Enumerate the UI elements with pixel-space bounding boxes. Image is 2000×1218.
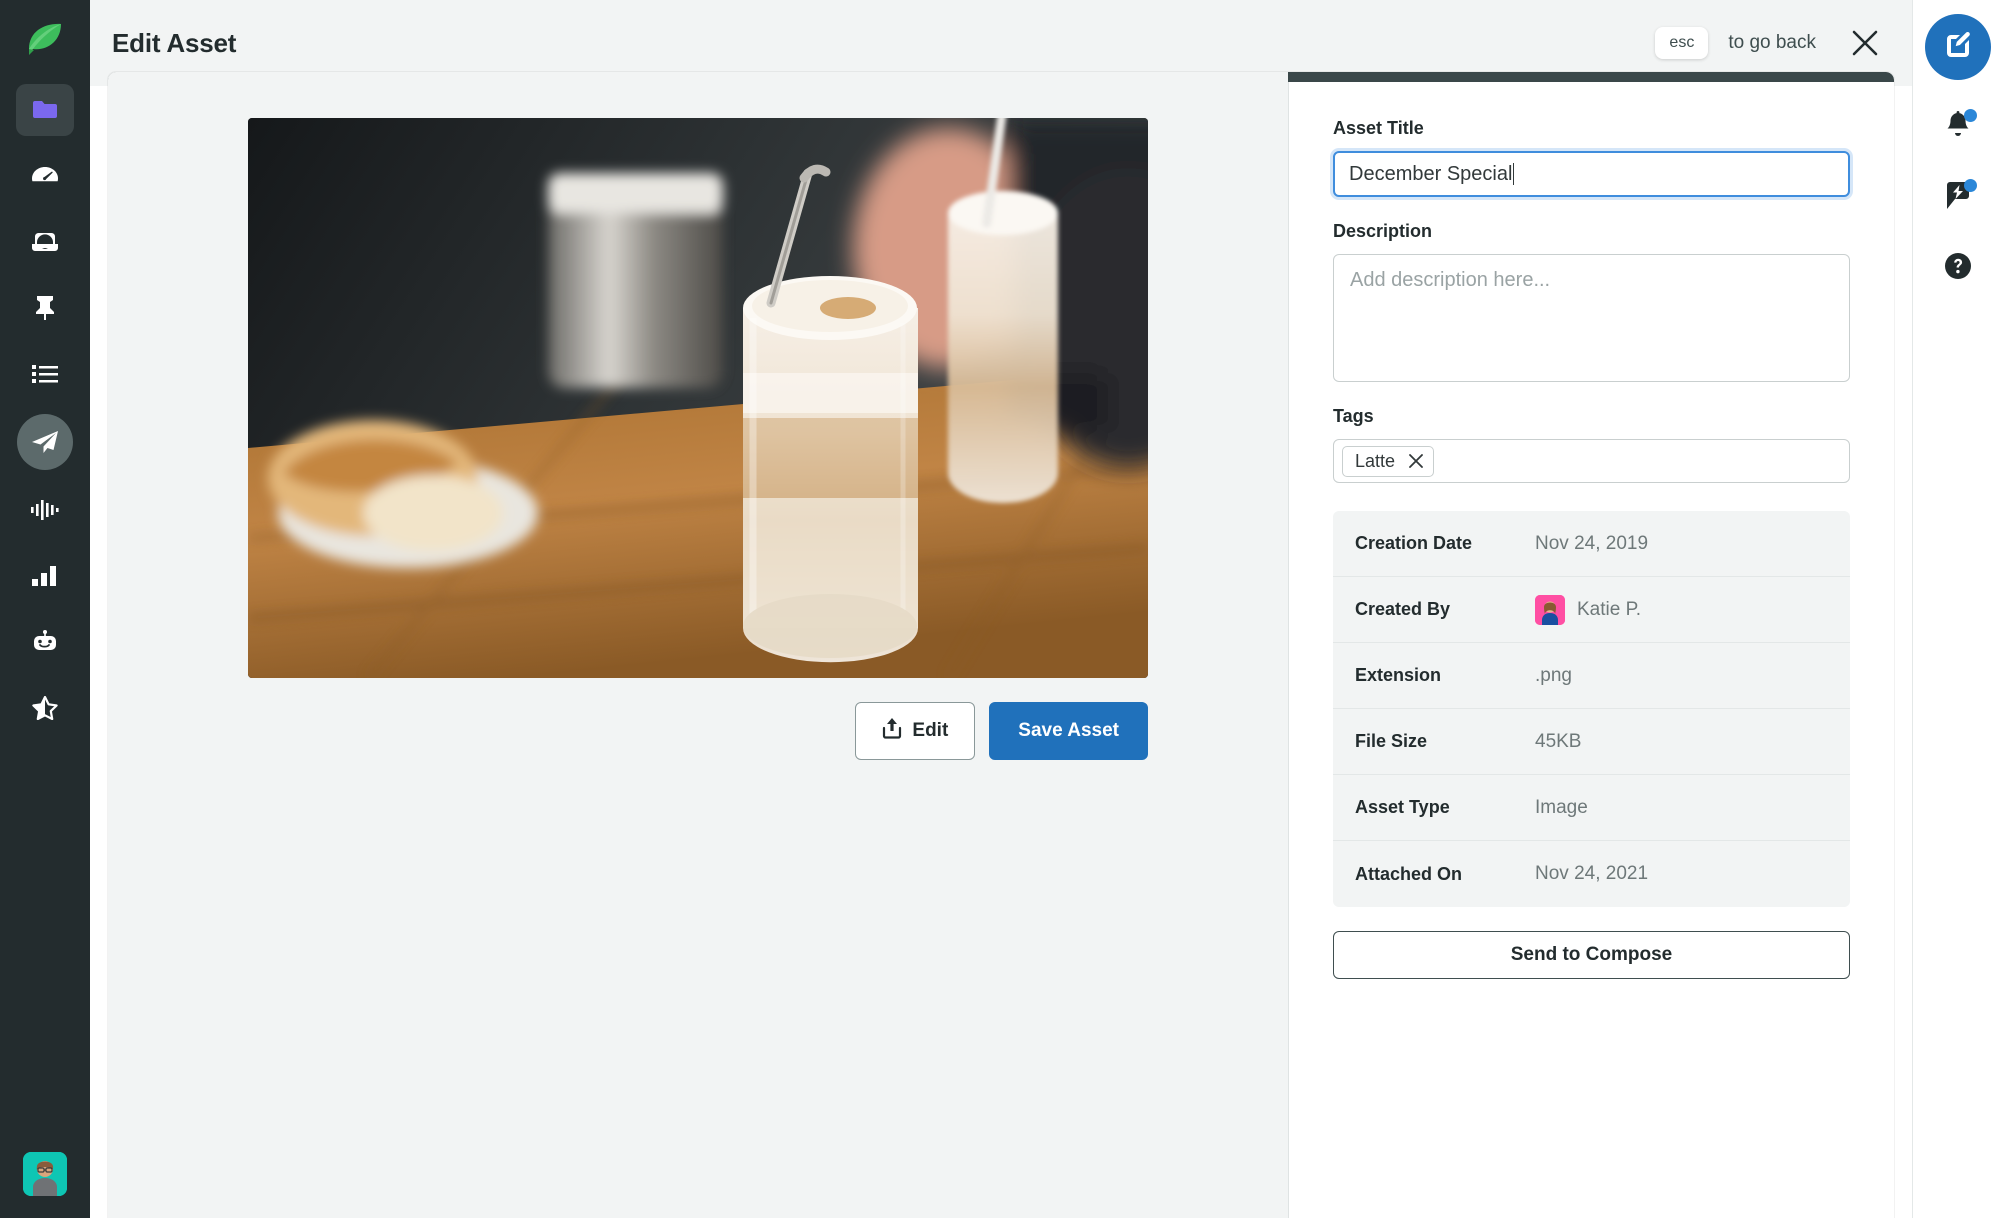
table-row: File Size 45KB: [1333, 709, 1850, 775]
table-row: Asset Type Image: [1333, 775, 1850, 841]
tags-label: Tags: [1333, 406, 1850, 427]
compose-pencil-icon: [1943, 30, 1973, 65]
text-caret: [1513, 163, 1514, 185]
page-title: Edit Asset: [112, 28, 236, 59]
meta-value: Nov 24, 2019: [1535, 533, 1648, 555]
description-placeholder: Add description here...: [1350, 269, 1550, 291]
meta-value: .png: [1535, 665, 1572, 687]
sidebar-item-tasks[interactable]: [16, 348, 74, 400]
table-row: Created By Katie P.: [1333, 577, 1850, 643]
esc-hint-label: to go back: [1728, 32, 1816, 54]
meta-value: Nov 24, 2021: [1535, 863, 1648, 885]
sidebar-item-dashboard[interactable]: [16, 150, 74, 202]
question-circle-icon: [1944, 252, 1972, 285]
meta-value: 45KB: [1535, 731, 1581, 753]
asset-image-preview[interactable]: [248, 118, 1148, 678]
compose-button[interactable]: [1925, 14, 1991, 80]
save-asset-button[interactable]: Save Asset: [989, 702, 1148, 760]
table-row: Creation Date Nov 24, 2019: [1333, 511, 1850, 577]
description-input[interactable]: Add description here...: [1333, 254, 1850, 382]
nav-item-list: [16, 84, 74, 734]
edit-button-label: Edit: [912, 720, 948, 742]
sidebar-item-reports[interactable]: [16, 550, 74, 602]
preview-actions: Edit Save Asset: [248, 702, 1148, 760]
user-avatar[interactable]: [23, 1152, 67, 1196]
whats-new-badge-dot: [1964, 179, 1977, 192]
sidebar-item-smart-inbox[interactable]: [16, 216, 74, 268]
close-icon[interactable]: [1852, 30, 1878, 56]
table-row: Extension .png: [1333, 643, 1850, 709]
asset-title-input[interactable]: December Special: [1333, 151, 1850, 197]
send-to-compose-label: Send to Compose: [1511, 944, 1673, 966]
audio-waveform-icon: [31, 499, 59, 521]
sidebar-item-listening[interactable]: [16, 484, 74, 536]
tag-chip-label: Latte: [1355, 451, 1395, 472]
asset-title-value: December Special: [1349, 163, 1512, 186]
sidebar-item-bots[interactable]: [16, 616, 74, 668]
sidebar-item-asset-library[interactable]: [16, 84, 74, 136]
asset-preview-pane: Edit Save Asset: [108, 72, 1288, 1218]
avatar: [1535, 595, 1565, 625]
meta-key: Creation Date: [1355, 533, 1535, 554]
notification-badge-dot: [1964, 109, 1977, 122]
app-root: Edit Asset esc to go back: [0, 0, 2000, 1218]
speedometer-icon: [31, 166, 59, 186]
meta-value: Image: [1535, 797, 1588, 819]
meta-value-with-avatar: Katie P.: [1535, 595, 1641, 625]
spacer: [1333, 382, 1850, 406]
left-navigation: [0, 0, 90, 1218]
tag-chip: Latte: [1342, 446, 1434, 477]
meta-key: File Size: [1355, 731, 1535, 752]
robot-icon: [32, 630, 58, 654]
list-icon: [32, 364, 58, 384]
sidebar-item-publishing[interactable]: [17, 414, 73, 470]
paper-plane-icon: [31, 429, 59, 455]
spacer: [1333, 197, 1850, 221]
asset-title-label: Asset Title: [1333, 118, 1850, 139]
meta-key: Asset Type: [1355, 797, 1535, 818]
bar-chart-icon: [32, 566, 58, 586]
header-actions: esc to go back: [1655, 27, 1878, 59]
meta-key: Attached On: [1355, 864, 1535, 885]
meta-key: Created By: [1355, 599, 1535, 620]
sidebar-item-reviews[interactable]: [16, 682, 74, 734]
meta-value: Katie P.: [1577, 599, 1641, 621]
right-rail: [1912, 0, 2000, 1218]
esc-key-badge: esc: [1655, 27, 1708, 59]
folder-icon: [32, 99, 58, 121]
save-asset-label: Save Asset: [1018, 720, 1119, 742]
asset-metadata-table: Creation Date Nov 24, 2019 Created By: [1333, 511, 1850, 907]
meta-key: Extension: [1355, 665, 1535, 686]
pin-icon: [34, 295, 56, 321]
close-icon[interactable]: [1409, 454, 1423, 468]
edit-button[interactable]: Edit: [855, 702, 975, 760]
description-label: Description: [1333, 221, 1850, 242]
send-to-compose-button[interactable]: Send to Compose: [1333, 931, 1850, 979]
half-star-icon: [32, 696, 58, 720]
asset-details-panel: Asset Title December Special Description…: [1288, 72, 1894, 1218]
notifications-button[interactable]: [1936, 106, 1980, 150]
share-upload-icon: [882, 717, 902, 745]
table-row: Attached On Nov 24, 2021: [1333, 841, 1850, 907]
help-button[interactable]: [1936, 246, 1980, 290]
inbox-icon: [31, 232, 59, 252]
sidebar-item-pinned[interactable]: [16, 282, 74, 334]
tags-input[interactable]: Latte: [1333, 439, 1850, 483]
sprout-leaf-logo[interactable]: [22, 16, 68, 62]
main-column: Edit Asset esc to go back: [90, 0, 1912, 1218]
whats-new-button[interactable]: [1936, 176, 1980, 220]
edit-asset-card: Edit Save Asset Asset Title December Spe…: [108, 72, 1894, 1218]
